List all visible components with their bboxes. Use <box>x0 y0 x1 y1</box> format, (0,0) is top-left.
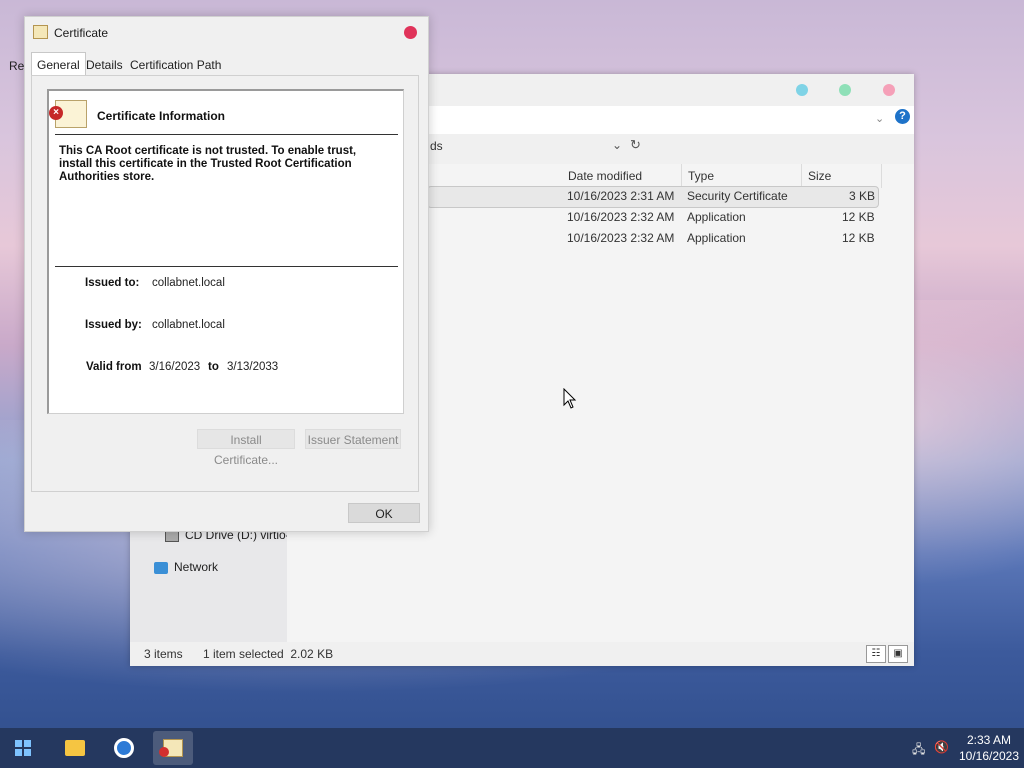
network-icon <box>154 561 168 574</box>
valid-from-value: 3/16/2023 <box>149 361 201 373</box>
issued-to-label: Issued to: <box>85 277 140 289</box>
address-path[interactable]: ds <box>430 139 443 153</box>
tab-certification-path[interactable]: Certification Path <box>125 54 226 76</box>
close-button[interactable] <box>883 84 895 96</box>
valid-to-label: to <box>208 361 219 373</box>
column-size[interactable]: Size <box>802 164 882 188</box>
chrome-icon <box>114 738 134 758</box>
taskbar: 🖧 🔇 2:33 AM 10/16/2023 <box>0 728 1024 768</box>
column-type[interactable]: Type <box>682 164 802 188</box>
help-icon[interactable]: ? <box>895 109 910 124</box>
details-view-button[interactable]: ☷ <box>866 645 886 663</box>
row-size: 3 KB <box>849 189 876 203</box>
chevron-down-icon[interactable]: ⌄ <box>875 112 884 125</box>
address-bar[interactable] <box>426 134 914 164</box>
row-date: 10/16/2023 2:32 AM <box>567 231 675 245</box>
clock-date: 10/16/2023 <box>958 749 1020 763</box>
issued-by-label: Issued by: <box>85 319 142 331</box>
issued-by-value: collabnet.local <box>152 319 225 331</box>
table-row[interactable]: 10/16/2023 2:31 AM Security Certificate … <box>427 186 879 208</box>
taskbar-chrome[interactable] <box>104 731 144 765</box>
status-bar: 3 items 1 item selected 2.02 KB ☷ ▣ <box>130 642 914 666</box>
row-size: 12 KB <box>842 210 875 224</box>
network-tray-icon[interactable]: 🖧 <box>912 740 925 761</box>
error-icon <box>159 747 169 757</box>
item-count: 3 items <box>144 647 183 661</box>
desktop-icon-label[interactable]: Re <box>9 59 24 73</box>
row-date: 10/16/2023 2:32 AM <box>567 210 675 224</box>
issuer-statement-button[interactable]: Issuer Statement <box>305 429 401 449</box>
tab-details[interactable]: Details <box>81 54 128 76</box>
divider <box>55 134 398 135</box>
trust-warning: This CA Root certificate is not trusted.… <box>59 145 357 183</box>
chevron-down-icon[interactable]: ⌄ <box>612 138 622 152</box>
taskbar-certificate[interactable] <box>153 731 193 765</box>
issued-to-value: collabnet.local <box>152 277 225 289</box>
divider <box>55 266 398 267</box>
refresh-icon[interactable]: ↻ <box>630 137 641 153</box>
valid-to-value: 3/13/2033 <box>227 361 279 373</box>
start-button[interactable] <box>15 740 32 757</box>
table-row[interactable]: 10/16/2023 2:32 AM Application 12 KB <box>427 208 877 228</box>
column-date-modified[interactable]: Date modified <box>562 164 682 188</box>
tab-general[interactable]: General <box>31 52 86 76</box>
system-clock[interactable]: 2:33 AM 10/16/2023 <box>955 732 1023 764</box>
file-explorer-icon <box>65 740 85 756</box>
volume-muted-icon[interactable]: 🔇 <box>934 740 949 754</box>
install-certificate-button[interactable]: Install Certificate... <box>197 429 295 467</box>
certificate-dialog: Certificate General Details Certificatio… <box>24 16 429 532</box>
taskbar-file-explorer[interactable] <box>55 731 95 765</box>
dialog-title: Certificate <box>54 26 109 40</box>
certificate-app-icon <box>33 25 48 39</box>
selection-info: 1 item selected 2.02 KB <box>203 647 334 661</box>
info-heading: Certificate Information <box>97 109 226 123</box>
large-icons-view-button[interactable]: ▣ <box>888 645 908 663</box>
nav-item-network[interactable]: Network <box>154 560 218 574</box>
ok-button[interactable]: OK <box>348 503 420 523</box>
minimize-button[interactable] <box>796 84 808 96</box>
row-size: 12 KB <box>842 231 875 245</box>
clock-time: 2:33 AM <box>966 733 1012 747</box>
row-type: Application <box>687 231 746 245</box>
error-icon: × <box>49 106 63 120</box>
maximize-button[interactable] <box>839 84 851 96</box>
mouse-cursor-icon <box>563 388 577 409</box>
table-row[interactable]: 10/16/2023 2:32 AM Application 12 KB <box>427 229 877 249</box>
row-type: Application <box>687 210 746 224</box>
valid-from-label: Valid from <box>86 361 142 373</box>
certificate-info-box: × Certificate Information This CA Root c… <box>47 89 404 414</box>
row-type: Security Certificate <box>687 189 788 203</box>
close-button[interactable] <box>404 26 417 39</box>
row-date: 10/16/2023 2:31 AM <box>567 189 675 203</box>
